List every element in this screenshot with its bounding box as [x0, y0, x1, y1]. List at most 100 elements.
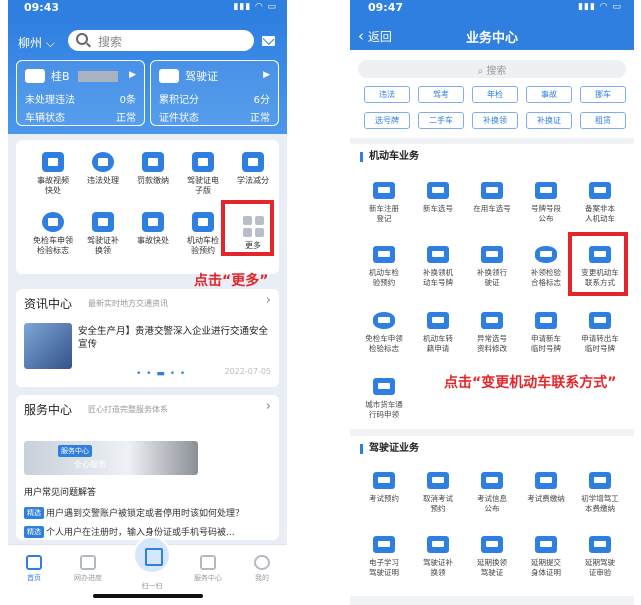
- menu-violation[interactable]: 违法处理: [78, 152, 128, 186]
- menu-study-points[interactable]: 学法减分: [228, 152, 278, 186]
- truck-pass-icon: [373, 378, 395, 395]
- news-title: 资讯中心: [24, 297, 73, 311]
- fee-icon: [535, 472, 557, 489]
- tab-home[interactable]: 首页: [12, 555, 56, 583]
- menu-accident-video[interactable]: 事故视频 快处: [28, 152, 78, 196]
- inspection-icon: [192, 212, 214, 232]
- item-e-study-proof[interactable]: 电子学习 驾驶证明: [358, 536, 410, 577]
- item-new-car-plate[interactable]: 新车选号: [412, 182, 464, 214]
- service-banner[interactable]: [24, 441, 198, 475]
- faq-item[interactable]: 用户遇到交警账户被锁定或者停用时该如何处理？: [46, 506, 244, 519]
- news-center: 资讯中心 最新实时地方交通资讯 › 安全生产月】贵港交警深入企业进行交通安全宣传…: [16, 289, 279, 387]
- chip-exam[interactable]: 驾考: [418, 86, 464, 103]
- license-renew-icon: [92, 212, 114, 232]
- left-screen: 09:43 ▮▮▮ ◠ ▭ 柳州 ⌵ 搜索 桂B ▶ 未处理违法 0条 车辆状态 正…: [8, 0, 287, 605]
- plate-swap-icon: [427, 246, 449, 263]
- item-inspection-booking[interactable]: 机动车检 验预约: [358, 246, 410, 287]
- item-health-proof-extend[interactable]: 延期提交 身体证明: [520, 536, 572, 577]
- points-value: 6分: [253, 95, 270, 106]
- chevron-right-icon: ▶: [129, 70, 136, 80]
- item-license-extend[interactable]: 延期换领 驾驶证: [466, 536, 518, 577]
- truck-icon: [427, 312, 449, 329]
- car-icon: [25, 69, 45, 83]
- item-temp-plate-transfer[interactable]: 申请转出车 临时号牌: [574, 312, 626, 353]
- search-input[interactable]: 搜索: [68, 30, 254, 51]
- item-exam-fee[interactable]: 考试费缴纳: [520, 472, 572, 504]
- tab-mine[interactable]: 我的: [240, 555, 284, 583]
- item-beginner-fee[interactable]: 初学增驾工 本费缴纳: [574, 472, 626, 513]
- item-plate-data-edit[interactable]: 异常选号 资料修改: [466, 312, 518, 353]
- edit-plate-icon: [481, 312, 503, 329]
- license-card[interactable]: 驾驶证 ▶ 累积记分 6分 证件状态 正常: [150, 60, 279, 126]
- faq-item[interactable]: 个人用户在注册时，输入身份证或手机号码被...: [46, 525, 235, 538]
- item-new-car-registration[interactable]: 新车注册 登记: [358, 182, 410, 223]
- chevron-right-icon[interactable]: ›: [266, 399, 271, 414]
- highlight-more-box: [221, 200, 274, 256]
- item-temp-plate-new[interactable]: 申请新车 临时号牌: [520, 312, 572, 353]
- item-plate-range[interactable]: 号牌号段 公布: [520, 182, 572, 223]
- search-input[interactable]: ⌕ 搜索: [358, 60, 626, 78]
- item-inspection-label[interactable]: 补领检验 合格标志: [520, 246, 572, 287]
- chip-replace-plate[interactable]: 补换领: [472, 112, 518, 129]
- item-register-other-car[interactable]: 备案非本 人机动车: [574, 182, 626, 223]
- section-title: 驾驶证业务: [360, 444, 419, 454]
- news-headline[interactable]: 安全生产月】贵港交警深入企业进行交通安全宣传: [78, 325, 274, 351]
- license-title: 驾驶证: [185, 70, 218, 83]
- item-transfer-registration[interactable]: 机动车转 籍申请: [412, 312, 464, 353]
- search-placeholder: 搜索: [98, 35, 123, 49]
- menu-fine-payment[interactable]: 罚款缴纳: [128, 152, 178, 186]
- tab-service[interactable]: 服务中心: [186, 555, 230, 583]
- status-time: 09:43: [24, 1, 60, 14]
- service-banner-tag: 服务中心: [58, 445, 92, 457]
- violation-icon: [92, 152, 114, 172]
- menu-license-renew[interactable]: 驾驶证补 换领: [78, 212, 128, 256]
- license-status-value: 正常: [250, 113, 270, 124]
- item-replace-driving-permit[interactable]: 补换领行 驶证: [466, 246, 518, 287]
- chevron-right-icon[interactable]: ›: [266, 293, 271, 308]
- faq-tag: 精选: [24, 507, 44, 519]
- item-exam-info[interactable]: 考试信息 公布: [466, 472, 518, 513]
- license-status-label: 证件状态: [159, 113, 199, 124]
- menu-exempt-label[interactable]: 免检车申领 检验标志: [28, 212, 78, 256]
- home-icon: [26, 555, 42, 570]
- chip-select-plate[interactable]: 选号牌: [364, 112, 410, 129]
- plate-icon: [427, 182, 449, 199]
- item-exam-booking[interactable]: 考试预约: [358, 472, 410, 504]
- tab-scan[interactable]: 扫一扫: [130, 581, 174, 591]
- chip-inspection[interactable]: 年检: [472, 86, 518, 103]
- status-time: 09:47: [368, 1, 404, 14]
- news-photo[interactable]: [24, 323, 72, 369]
- badge-icon: [373, 312, 395, 329]
- item-in-use-plate[interactable]: 在用车选号: [466, 182, 518, 214]
- item-cancel-exam[interactable]: 取消考试 预约: [412, 472, 464, 513]
- document-icon: [535, 182, 557, 199]
- mail-icon[interactable]: [262, 36, 275, 46]
- vehicle-card[interactable]: 桂B ▶ 未处理违法 0条 车辆状态 正常: [16, 60, 145, 126]
- chip-used-car[interactable]: 二手车: [418, 112, 464, 129]
- document-icon: [373, 536, 395, 553]
- truck-search-icon: [373, 246, 395, 263]
- item-license-replace[interactable]: 驾驶证补 换领: [412, 536, 464, 577]
- item-replace-plate[interactable]: 补换领机 动车号牌: [412, 246, 464, 287]
- scan-icon[interactable]: [133, 536, 171, 574]
- plate-icon: [535, 312, 557, 329]
- chevron-down-icon: ⌵: [45, 36, 55, 50]
- chip-accident[interactable]: 事故: [526, 86, 572, 103]
- item-license-review-extend[interactable]: 延期驾驶 证审验: [574, 536, 626, 577]
- home-indicator: [93, 594, 203, 598]
- license-business-section: 驾驶证业务 考试预约 取消考试 预约 考试信息 公布 考试费缴纳 初学增驾工 本…: [350, 436, 634, 596]
- item-city-truck-pass[interactable]: 城市货车通 行码申领: [358, 378, 410, 419]
- city-selector[interactable]: 柳州 ⌵: [18, 34, 55, 51]
- carousel-dots: • • ▬ • •: [136, 369, 187, 379]
- tab-progress[interactable]: 网办进度: [66, 555, 110, 583]
- chip-replace-cert[interactable]: 补换证: [526, 112, 572, 129]
- item-exempt-label[interactable]: 免检车申领 检验标志: [358, 312, 410, 353]
- points-label: 累积记分: [159, 95, 199, 106]
- chip-violation[interactable]: 违法: [364, 86, 410, 103]
- menu-quick-accident[interactable]: 事故快处: [128, 212, 178, 246]
- monitor-icon: [80, 555, 96, 570]
- menu-e-license[interactable]: 驾驶证电 子版: [178, 152, 228, 196]
- chip-rental[interactable]: 租赁: [580, 112, 626, 129]
- car-crash-icon: [142, 212, 164, 232]
- chip-move-car[interactable]: 挪车: [580, 86, 626, 103]
